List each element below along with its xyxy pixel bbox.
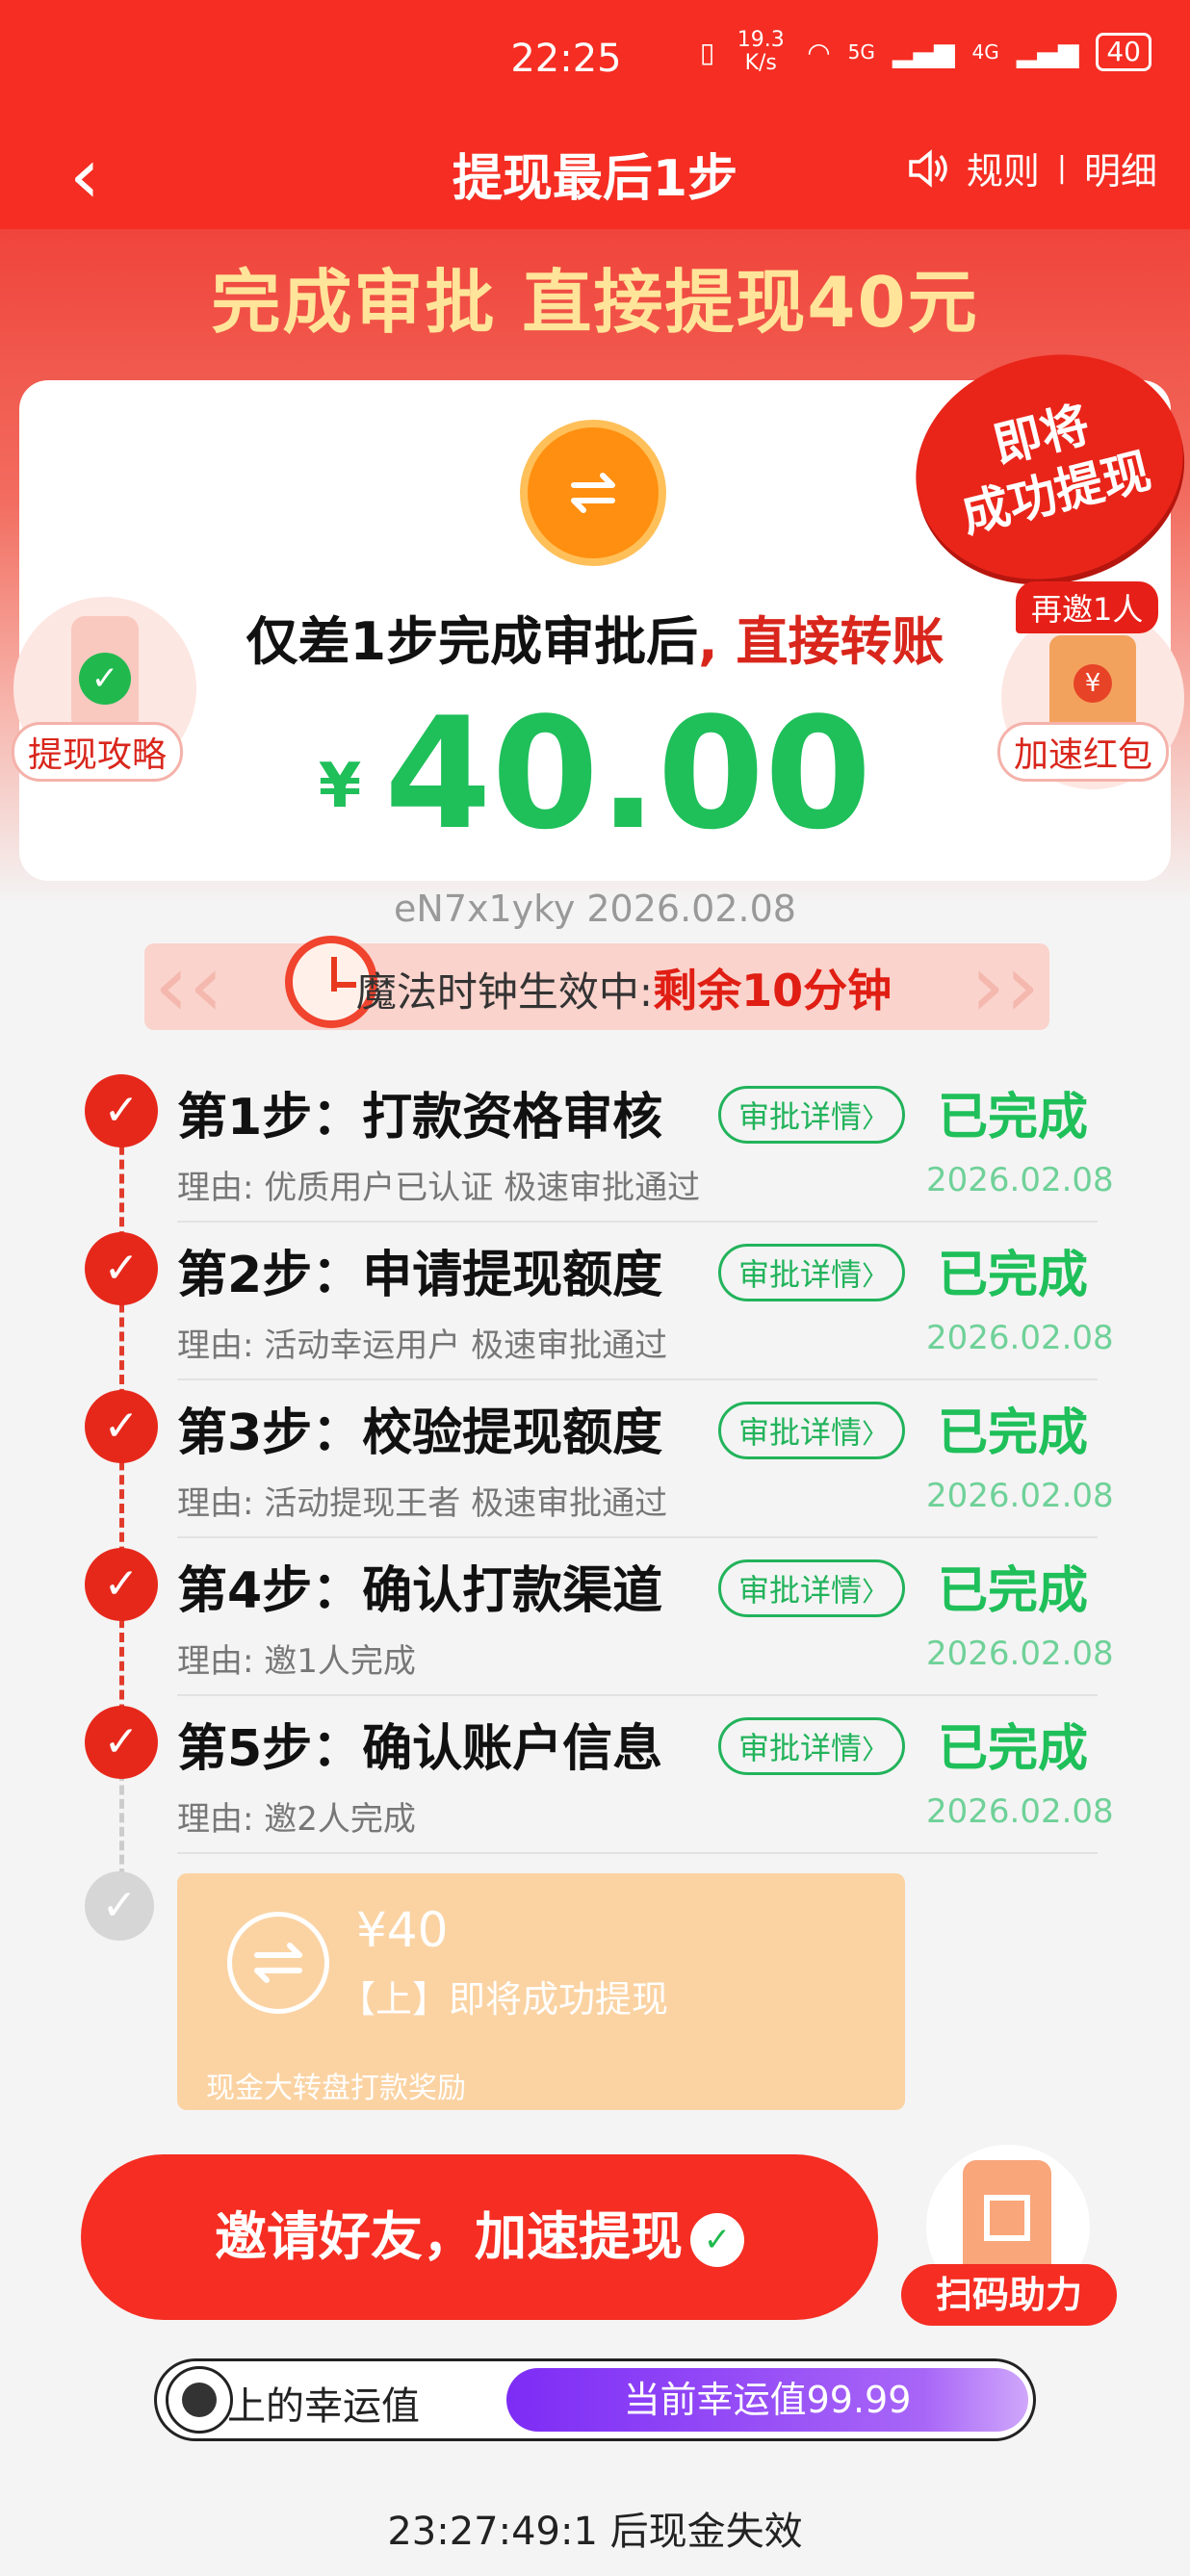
battery-icon: 40 [1096, 33, 1151, 71]
chevron-right-icon: 〉 [862, 1576, 890, 1608]
pending-amount: ¥40 [356, 1902, 449, 1958]
step-reason: 理由: 活动幸运用户 极速审批通过 [177, 1327, 668, 1365]
guide-label[interactable]: 提现攻略 [12, 722, 184, 782]
step-check-icon: ✓ [85, 1706, 158, 1779]
qr-code-icon [963, 2160, 1051, 2280]
order-serial: eN7x1yky 2026.02.08 [394, 888, 796, 930]
approval-detail-button[interactable]: 审批详情〉 [718, 1244, 906, 1301]
step-reason: 理由: 优质用户已认证 极速审批通过 [177, 1169, 701, 1207]
chevron-right-icon: 〉 [862, 1260, 890, 1292]
step-date: 2026.02.08 [926, 1635, 1114, 1673]
luck-label: 上的幸运值 [227, 2384, 420, 2429]
approval-detail-label: 审批详情 [738, 1730, 863, 1766]
step-status: 已完成 [938, 1404, 1089, 1462]
details-link[interactable]: 明细 [1084, 142, 1157, 194]
wifi-icon: ◠ [807, 36, 831, 68]
status-icons: ▯ 19.3 K/s ◠ 5G ▂▄▆ 4G ▂▄▆ 40 [700, 29, 1151, 75]
step-divider [177, 1536, 1098, 1538]
pending-check-icon: ✓ [85, 1871, 154, 1941]
step-title: 第1步：打款资格审核 [177, 1089, 663, 1146]
wechat-check-icon: ✓ [79, 653, 131, 705]
step-reason: 理由: 活动提现王者 极速审批通过 [177, 1484, 668, 1523]
step-date: 2026.02.08 [926, 1319, 1114, 1357]
step-status: 已完成 [938, 1247, 1089, 1304]
invite-tag: 再邀1人 [1016, 581, 1159, 633]
vibrate-icon: ▯ [699, 36, 715, 68]
step-date: 2026.02.08 [926, 1477, 1114, 1515]
step-divider [177, 1694, 1098, 1696]
scan-help-label[interactable]: 扫码助力 [901, 2264, 1117, 2326]
card-message-suffix: , 直接转账 [698, 611, 944, 672]
hero-headline: 完成审批 直接提现40元 [211, 262, 979, 343]
avatar [166, 2366, 233, 2434]
step-divider [177, 1221, 1098, 1223]
chevron-right-icon: 〉 [862, 1418, 890, 1450]
invite-button-label: 邀请好友，加速提现 [215, 2206, 683, 2267]
step-title: 第4步：确认打款渠道 [177, 1562, 663, 1620]
step-title: 第2步：申请提现额度 [177, 1247, 663, 1304]
amount-value: 40.00 [384, 683, 872, 863]
approval-detail-button[interactable]: 审批详情〉 [718, 1717, 906, 1775]
approval-detail-label: 审批详情 [738, 1414, 863, 1451]
step-date: 2026.02.08 [926, 1792, 1114, 1831]
approval-detail-button[interactable]: 审批详情〉 [718, 1402, 906, 1459]
nav-actions: 规则 | 明细 [907, 142, 1157, 194]
chevron-right-icon: 〉 [862, 1102, 890, 1134]
signal-4g: 4G [971, 40, 999, 64]
banner-text: 魔法时钟生效中:剩余10分钟 [0, 956, 1190, 1019]
step-divider [177, 1852, 1098, 1854]
step-check-icon: ✓ [85, 1390, 158, 1463]
signal-bars-icon-2: ▂▄▆ [1016, 36, 1079, 68]
wechat-icon: ✓ [690, 2213, 744, 2268]
step-status: 已完成 [938, 1089, 1089, 1146]
transfer-coin-icon [520, 420, 666, 566]
approval-detail-button[interactable]: 审批详情〉 [718, 1086, 906, 1144]
approval-detail-label: 审批详情 [738, 1572, 863, 1609]
card-message-prefix: 仅差1步完成审批后 [246, 611, 699, 672]
speaker-icon[interactable] [907, 147, 949, 190]
red-envelope-label[interactable]: 加速红包 [997, 722, 1170, 782]
step-status: 已完成 [938, 1720, 1089, 1778]
luck-progress: 当前幸运值99.99 [506, 2368, 1028, 2432]
network-speed: 19.3 K/s [737, 28, 785, 75]
pending-transfer-icon [227, 1912, 329, 2014]
invite-friends-button[interactable]: 邀请好友，加速提现 ✓ [81, 2154, 878, 2320]
nav-separator: | [1056, 151, 1067, 185]
step-title: 第5步：确认账户信息 [177, 1720, 663, 1778]
pending-footer: 现金大转盘打款奖励 [206, 2072, 466, 2105]
currency-symbol: ¥ [318, 751, 362, 822]
approval-detail-button[interactable]: 审批详情〉 [718, 1559, 906, 1617]
step-date: 2026.02.08 [926, 1161, 1114, 1199]
step-check-icon: ✓ [85, 1232, 158, 1305]
step-check-icon: ✓ [85, 1074, 158, 1147]
signal-bars-icon: ▂▄▆ [892, 36, 955, 68]
signal-5g: 5G [847, 40, 875, 64]
step-divider [177, 1378, 1098, 1380]
expiry-countdown: 23:27:49:1 后现金失效 [387, 2510, 803, 2554]
step-reason: 理由: 邀1人完成 [177, 1642, 416, 1681]
banner-remaining: 剩余10分钟 [653, 965, 892, 1017]
chevron-right-icon: 〉 [862, 1734, 890, 1765]
step-reason: 理由: 邀2人完成 [177, 1800, 416, 1839]
step-status: 已完成 [938, 1562, 1089, 1620]
approval-detail-label: 审批详情 [738, 1098, 863, 1135]
approval-detail-label: 审批详情 [738, 1256, 863, 1293]
banner-prefix: 魔法时钟生效中: [355, 968, 654, 1016]
step-check-icon: ✓ [85, 1548, 158, 1621]
step-title: 第3步：校验提现额度 [177, 1404, 663, 1462]
rules-link[interactable]: 规则 [967, 142, 1040, 194]
pending-text: 【上】即将成功提现 [339, 1978, 669, 2021]
